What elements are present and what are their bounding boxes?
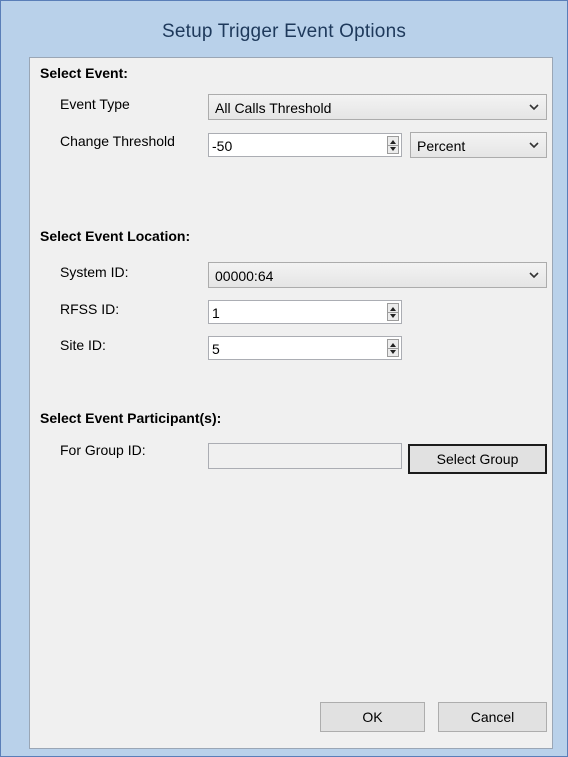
rfss-id-label: RFSS ID: xyxy=(60,301,120,317)
chevron-down-icon xyxy=(529,142,539,149)
spin-up-icon[interactable] xyxy=(390,343,396,347)
threshold-unit-value: Percent xyxy=(417,138,466,154)
spin-down-icon[interactable] xyxy=(390,314,396,318)
group-id-label: For Group ID: xyxy=(60,442,146,458)
rfss-id-stepper[interactable]: 1 xyxy=(208,300,402,324)
spin-down-icon[interactable] xyxy=(390,147,396,151)
site-id-value: 5 xyxy=(212,341,220,357)
title-bar[interactable]: Setup Trigger Event Options xyxy=(1,1,567,57)
spin-up-icon[interactable] xyxy=(390,140,396,144)
threshold-unit-dropdown[interactable]: Percent xyxy=(410,132,547,158)
spin-down-icon[interactable] xyxy=(390,350,396,354)
event-type-label: Event Type xyxy=(60,96,130,112)
system-id-dropdown[interactable]: 00000:64 xyxy=(208,262,547,288)
select-group-button[interactable]: Select Group xyxy=(408,444,547,474)
chevron-down-icon xyxy=(529,104,539,111)
system-id-label: System ID: xyxy=(60,264,129,280)
select-event-heading: Select Event: xyxy=(40,65,128,81)
spin-buttons[interactable] xyxy=(387,136,399,154)
change-threshold-stepper[interactable]: -50 xyxy=(208,133,402,157)
change-threshold-value: -50 xyxy=(212,138,233,154)
cancel-button[interactable]: Cancel xyxy=(438,702,547,732)
dialog-body: Select Event: Event Type All Calls Thres… xyxy=(29,57,553,749)
select-event-location-heading: Select Event Location: xyxy=(40,228,191,244)
ok-button[interactable]: OK xyxy=(320,702,425,732)
rfss-id-value: 1 xyxy=(212,305,220,321)
dialog-window: Setup Trigger Event Options Select Event… xyxy=(0,0,568,757)
system-id-value: 00000:64 xyxy=(215,268,274,284)
window-title: Setup Trigger Event Options xyxy=(161,21,407,42)
spin-buttons[interactable] xyxy=(387,339,399,357)
spin-up-icon[interactable] xyxy=(390,307,396,311)
site-id-label: Site ID: xyxy=(60,337,106,353)
event-type-value: All Calls Threshold xyxy=(215,100,332,116)
event-type-dropdown[interactable]: All Calls Threshold xyxy=(208,94,547,120)
change-threshold-label: Change Threshold xyxy=(60,133,175,149)
spin-buttons[interactable] xyxy=(387,303,399,321)
select-event-participants-heading: Select Event Participant(s): xyxy=(40,410,222,426)
group-id-field[interactable] xyxy=(208,443,402,469)
chevron-down-icon xyxy=(529,272,539,279)
site-id-stepper[interactable]: 5 xyxy=(208,336,402,360)
